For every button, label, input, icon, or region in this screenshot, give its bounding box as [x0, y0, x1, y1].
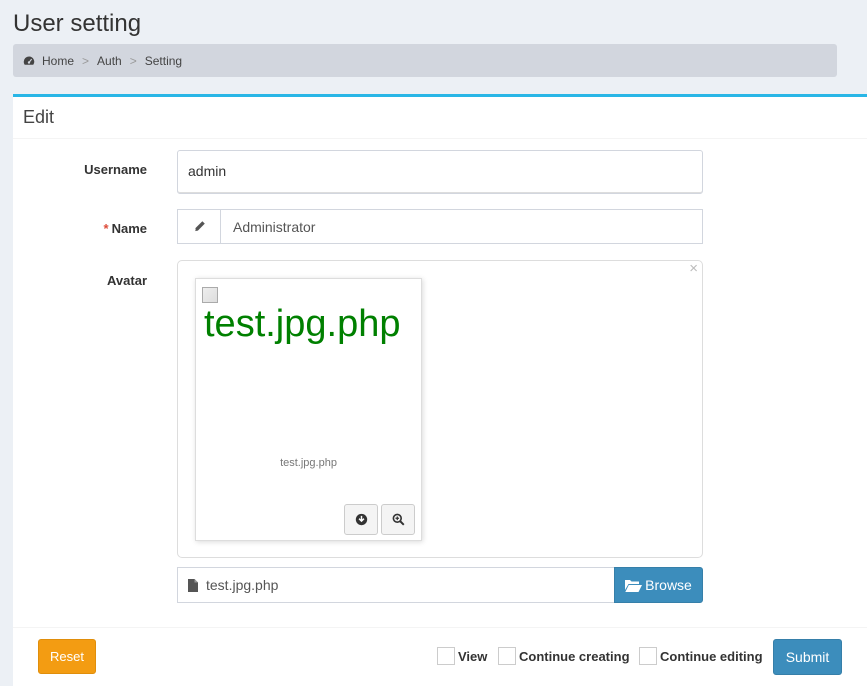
box-title: Edit — [23, 107, 55, 127]
form-footer: Reset View Continue creating Continue ed… — [13, 627, 867, 686]
box-header: Edit — [13, 97, 867, 139]
avatar-label: Avatar — [107, 273, 147, 288]
folder-open-icon — [625, 579, 643, 592]
name-field[interactable]: Administrator — [221, 210, 327, 243]
file-caption: test.jpg.php — [177, 567, 615, 603]
breadcrumb-separator: > — [82, 53, 90, 68]
pencil-icon — [194, 221, 205, 232]
zoom-in-icon — [392, 513, 404, 526]
view-checkbox[interactable]: View — [437, 647, 487, 665]
required-mark: * — [103, 221, 109, 236]
checkbox-square[interactable] — [498, 647, 516, 665]
username-label: Username — [84, 162, 147, 177]
download-button[interactable] — [344, 504, 378, 535]
dashboard-icon — [23, 56, 35, 65]
reset-button[interactable]: Reset — [38, 639, 96, 674]
thumbnail-caption: test.jpg.php — [280, 457, 337, 469]
preview-alt-text: test.jpg.php — [204, 303, 401, 345]
name-label: * Name — [104, 221, 147, 236]
browse-label: Browse — [645, 577, 692, 593]
continue-creating-checkbox[interactable]: Continue creating — [498, 647, 630, 665]
checkbox-square[interactable] — [437, 647, 455, 665]
username-field[interactable]: admin — [177, 150, 703, 194]
breadcrumb-separator: > — [129, 53, 137, 68]
avatar-preview-frame: × test.jpg.php test.jpg.php — [177, 260, 703, 558]
view-label: View — [458, 648, 488, 664]
file-icon — [188, 578, 198, 592]
browse-button[interactable]: Browse — [614, 567, 703, 603]
zoom-button[interactable] — [381, 504, 415, 535]
continue-editing-label: Continue editing — [660, 648, 763, 664]
breadcrumb-setting: Setting — [144, 53, 183, 68]
avatar-thumbnail: test.jpg.php test.jpg.php — [195, 278, 422, 541]
pencil-addon — [178, 210, 221, 243]
continue-creating-label: Continue creating — [519, 648, 630, 664]
page-title: User setting — [13, 10, 142, 37]
breadcrumb-auth[interactable]: Auth — [97, 54, 122, 68]
name-label-text: Name — [111, 221, 147, 236]
broken-image-icon — [202, 287, 218, 303]
continue-editing-checkbox[interactable]: Continue editing — [639, 647, 763, 665]
breadcrumb: Home > Auth > Setting — [13, 44, 837, 77]
download-icon — [355, 513, 367, 526]
name-input-group: Administrator — [177, 209, 703, 244]
edit-box: Edit Username admin * Name Administrator … — [13, 94, 867, 686]
submit-button[interactable]: Submit — [773, 639, 842, 675]
checkbox-square[interactable] — [639, 647, 657, 665]
breadcrumb-home[interactable]: Home — [42, 54, 74, 68]
file-name: test.jpg.php — [206, 577, 279, 593]
close-icon[interactable]: × — [689, 260, 698, 277]
